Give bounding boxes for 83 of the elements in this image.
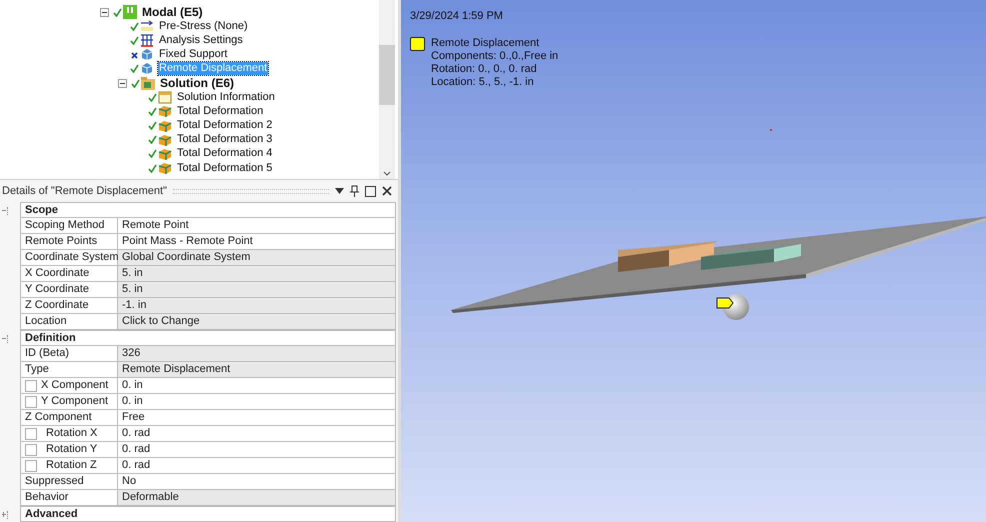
expand-toggle[interactable] (2, 511, 8, 519)
cube-icon (140, 48, 154, 62)
property-value[interactable]: 0. in (118, 378, 395, 393)
section-header[interactable]: Scope (25, 202, 58, 218)
tree-item[interactable]: Modal (E5) (141, 6, 204, 19)
legend-title: Remote Displacement (431, 37, 540, 50)
property-value: 326 (118, 346, 395, 361)
property-name: Coordinate System (25, 250, 119, 266)
cube-icon (158, 134, 172, 146)
scrollbar[interactable] (379, 0, 395, 179)
grid-icon (140, 34, 154, 47)
tree-item[interactable]: Total Deformation 2 (176, 119, 274, 132)
dropdown-arrow-icon[interactable] (335, 188, 344, 194)
tree-item[interactable]: Total Deformation 4 (176, 147, 274, 160)
tree-item[interactable]: Pre-Stress (None) (158, 20, 249, 33)
collapse-toggle[interactable] (118, 78, 127, 88)
property-value[interactable]: 0. in (118, 394, 395, 409)
property-value: Remote Displacement (118, 362, 395, 377)
arrow-icon (140, 20, 154, 32)
remote-point-marker (715, 292, 751, 322)
cube-icon (158, 162, 172, 174)
property-value[interactable]: 0. rad (118, 458, 395, 473)
cube-icon (158, 105, 172, 118)
panel-title: Details of "Remote Displacement" (2, 184, 167, 199)
cube-icon (158, 120, 172, 132)
checkbox[interactable] (25, 460, 37, 472)
cube-icon (140, 62, 154, 76)
property-name: ID (Beta) (25, 346, 70, 362)
tree-item[interactable]: Solution Information (176, 90, 276, 104)
property-value[interactable]: Point Mass - Remote Point (118, 234, 395, 249)
folder-icon (141, 76, 155, 90)
tree-item[interactable]: Total Deformation (176, 104, 264, 118)
property-name: Remote Points (25, 234, 98, 250)
property-name: X Coordinate (25, 266, 90, 282)
date-label: 3/29/2024 1:59 PM (410, 10, 504, 23)
property-name: Location (25, 314, 67, 330)
property-value[interactable]: Free (118, 410, 395, 425)
legend-swatch (410, 37, 425, 51)
tree-item[interactable]: Fixed Support (158, 48, 228, 62)
checkbox[interactable] (25, 444, 37, 456)
expand-toggle[interactable] (2, 335, 8, 343)
document-icon (158, 90, 172, 104)
property-name: Scoping Method (25, 218, 104, 234)
maximize-icon[interactable] (365, 186, 376, 196)
cube-icon (158, 148, 172, 160)
property-name: Z Coordinate (25, 298, 89, 314)
tree-item[interactable]: Analysis Settings (158, 34, 244, 47)
legend-line: Components: 0.,0.,Free in (431, 50, 558, 63)
property-value: Deformable (118, 490, 395, 505)
property-name: Rotation Z (45, 458, 97, 474)
section-header[interactable]: Advanced (25, 506, 78, 522)
close-icon[interactable] (382, 186, 392, 196)
property-value[interactable]: Remote Point (118, 218, 395, 233)
section-header[interactable]: Definition (25, 330, 76, 346)
property-value[interactable]: No (118, 474, 395, 489)
bars-icon (123, 5, 137, 20)
property-name: X Component (41, 378, 108, 394)
expand-toggle[interactable] (2, 207, 8, 215)
checkbox[interactable] (25, 396, 37, 408)
checkbox[interactable] (25, 428, 37, 440)
legend-line: Location: 5., 5., -1. in (431, 76, 535, 89)
property-value: Click to Change (118, 314, 395, 329)
legend-line: Rotation: 0., 0., 0. rad (431, 63, 538, 76)
property-value: -1. in (118, 298, 395, 313)
collapse-toggle[interactable] (100, 8, 109, 17)
tree-item[interactable]: Total Deformation 3 (176, 133, 274, 146)
pin-icon[interactable] (350, 185, 359, 197)
tree-item[interactable]: Solution (E6) (159, 76, 235, 90)
property-name: Rotation Y (45, 442, 98, 458)
checkbox[interactable] (25, 380, 37, 392)
property-name: Z Component (25, 410, 92, 426)
property-name: Y Coordinate (25, 282, 90, 298)
property-name: Y Component (41, 394, 108, 410)
property-name: Suppressed (25, 474, 84, 490)
property-value: 5. in (118, 266, 395, 281)
property-name: Rotation X (45, 426, 98, 442)
property-name: Type (25, 362, 49, 378)
property-value[interactable]: 0. rad (118, 426, 395, 441)
property-name: Behavior (25, 490, 68, 506)
property-value[interactable]: 0. rad (118, 442, 395, 457)
property-value: 5. in (118, 282, 395, 297)
property-value: Global Coordinate System (118, 250, 395, 265)
tree-item[interactable]: Total Deformation 5 (176, 162, 274, 175)
